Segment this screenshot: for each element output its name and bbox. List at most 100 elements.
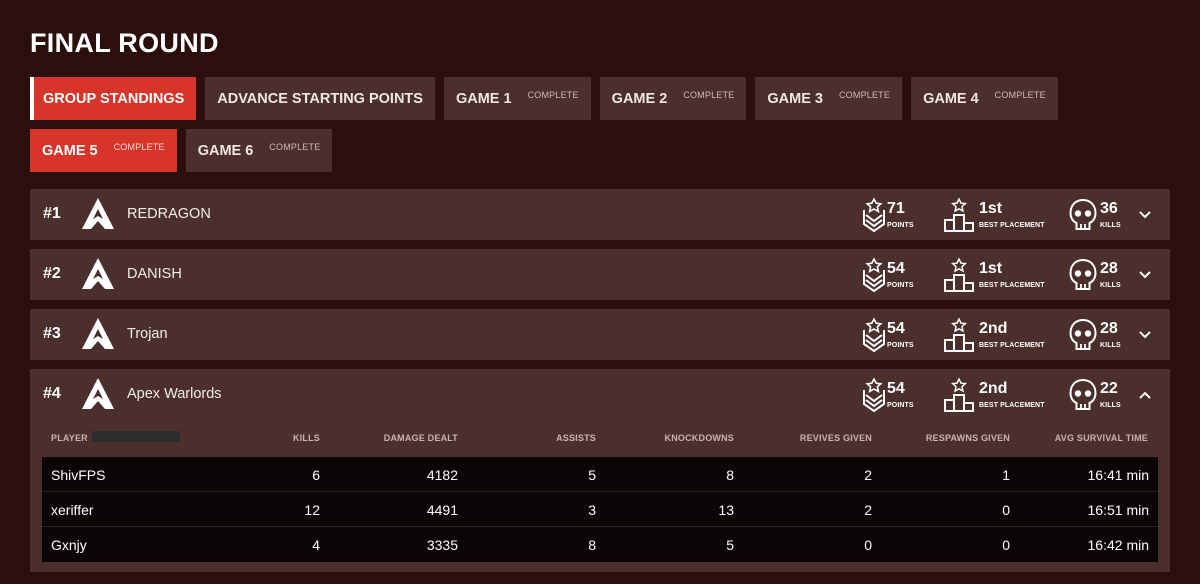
player-name: ShivFPS — [51, 467, 106, 483]
points-stat-label: POINTS — [887, 282, 914, 289]
table-cell: 4182 — [426, 467, 458, 483]
tab-advance-starting-points[interactable]: ADVANCE STARTING POINTS — [205, 77, 435, 120]
placement-stat-value: 1st — [979, 200, 1003, 217]
placement-stat-value: 1st — [979, 260, 1003, 277]
table-cell: 2 — [864, 502, 872, 518]
page-title: FINAL ROUND — [30, 28, 219, 58]
tab-game-1[interactable]: GAME 1 COMPLETE — [443, 77, 591, 120]
tab-status: COMPLETE — [683, 89, 735, 100]
tab-label: GAME 3 — [767, 90, 823, 107]
team-row[interactable]: #3 Trojan 54 POINTS 2nd BEST PLACEMENT 28 KILLS — [30, 309, 1170, 360]
column-header: ASSISTS — [556, 433, 596, 443]
points-stat-value: 54 — [887, 260, 905, 277]
table-cell: 3 — [588, 502, 596, 518]
points-stat-value: 71 — [887, 200, 905, 217]
points-stat-label: POINTS — [887, 222, 914, 229]
podium-icon — [943, 377, 975, 412]
placement-stat-value: 2nd — [979, 320, 1008, 337]
table-cell: 5 — [588, 467, 596, 483]
table-cell: 16:41 min — [1087, 467, 1149, 483]
table-cell: 3335 — [426, 537, 458, 553]
kills-stat-value: 28 — [1100, 320, 1118, 337]
team-row[interactable]: #4 Apex Warlords 54 POINTS 2nd BEST PLACEMENT… — [30, 369, 1170, 420]
table-cell: 6 — [312, 467, 320, 483]
apex-logo-icon — [81, 317, 115, 351]
table-cell: 4491 — [426, 502, 458, 518]
table-cell: 16:51 min — [1087, 502, 1149, 518]
column-header: DAMAGE DEALT — [383, 433, 458, 443]
tab-game-5[interactable]: GAME 5 COMPLETE — [30, 129, 177, 172]
tab-label: GAME 5 — [42, 142, 98, 159]
chevron-down-icon[interactable] — [1138, 328, 1152, 340]
player-table-header: PLAYER KILLS DAMAGE DEALT ASSISTS KNOCKDOWNS… — [42, 420, 1158, 457]
apex-logo-icon — [81, 377, 115, 411]
team-rank: #2 — [43, 265, 61, 282]
apex-logo-icon — [81, 197, 115, 231]
table-row: ShivFPS 6 4182 5 8 2 1 16:41 min — [42, 457, 1158, 492]
column-header: RESPAWNS GIVEN — [925, 433, 1010, 443]
kills-stat-value: 22 — [1100, 380, 1118, 397]
tab-status: COMPLETE — [994, 89, 1046, 100]
kills-stat-label: KILLS — [1100, 342, 1121, 349]
podium-icon — [943, 197, 975, 232]
kills-stat-label: KILLS — [1100, 222, 1121, 229]
tab-group-standings[interactable]: GROUP STANDINGS — [30, 77, 197, 120]
column-header: AVG SURVIVAL TIME — [1054, 433, 1148, 443]
team-rank: #1 — [43, 205, 61, 222]
tab-label: GROUP STANDINGS — [43, 90, 185, 107]
chevron-medal-icon — [861, 377, 887, 413]
placement-stat-value: 2nd — [979, 380, 1008, 397]
kills-stat-value: 36 — [1100, 200, 1118, 217]
team-row[interactable]: #1 REDRAGON 71 POINTS 1st BEST PLACEMENT 36 KIL… — [30, 189, 1170, 240]
placement-stat-label: BEST PLACEMENT — [979, 282, 1045, 289]
tab-row: GAME 5 COMPLETE GAME 6 COMPLETE — [30, 129, 1170, 172]
team-row[interactable]: #2 DANISH 54 POINTS 1st BEST PLACEMENT 28 KILLS — [30, 249, 1170, 300]
table-cell: 8 — [588, 537, 596, 553]
podium-icon — [943, 257, 975, 292]
redacted-bar — [92, 431, 180, 442]
table-cell: 0 — [1002, 537, 1010, 553]
column-header: REVIVES GIVEN — [799, 433, 872, 443]
table-cell: 5 — [726, 537, 734, 553]
player-name: Gxnjy — [51, 537, 87, 553]
table-cell: 12 — [304, 502, 320, 518]
points-stat-value: 54 — [887, 320, 905, 337]
placement-stat-label: BEST PLACEMENT — [979, 342, 1045, 349]
tab-label: GAME 6 — [197, 142, 254, 159]
chevron-medal-icon — [861, 257, 887, 293]
team-name: Trojan — [127, 326, 168, 342]
team-rank: #3 — [43, 325, 61, 342]
table-cell: 1 — [1002, 467, 1010, 483]
tab-game-3[interactable]: GAME 3 COMPLETE — [755, 77, 903, 120]
tab-bar: GROUP STANDINGS ADVANCE STARTING POINTS GA… — [30, 77, 1170, 181]
kills-stat-label: KILLS — [1100, 282, 1121, 289]
column-header: KILLS — [293, 433, 320, 443]
tab-status: COMPLETE — [113, 141, 165, 152]
tab-game-6[interactable]: GAME 6 COMPLETE — [185, 129, 333, 172]
column-header: PLAYER — [51, 433, 88, 443]
points-stat-label: POINTS — [887, 402, 914, 409]
table-row: xeriffer 12 4491 3 13 2 0 16:51 min — [42, 492, 1158, 527]
podium-icon — [943, 317, 975, 352]
placement-stat-label: BEST PLACEMENT — [979, 222, 1045, 229]
skull-icon — [1069, 318, 1097, 352]
tab-row: GROUP STANDINGS ADVANCE STARTING POINTS GA… — [30, 77, 1170, 120]
skull-icon — [1069, 378, 1097, 412]
points-stat-value: 54 — [887, 380, 905, 397]
tab-game-4[interactable]: GAME 4 COMPLETE — [911, 77, 1058, 120]
chevron-down-icon[interactable] — [1138, 208, 1152, 220]
team-name: Apex Warlords — [127, 386, 222, 402]
tab-game-2[interactable]: GAME 2 COMPLETE — [599, 77, 747, 120]
table-cell: 16:42 min — [1087, 537, 1149, 553]
tab-label: GAME 4 — [923, 90, 979, 107]
chevron-down-icon[interactable] — [1138, 268, 1152, 280]
table-cell: 8 — [726, 467, 734, 483]
table-cell: 2 — [864, 467, 872, 483]
chevron-up-icon[interactable] — [1138, 388, 1152, 400]
tab-label: ADVANCE STARTING POINTS — [217, 90, 423, 107]
team-details: PLAYER KILLS DAMAGE DEALT ASSISTS KNOCKDOWNS… — [30, 420, 1170, 572]
table-row: Gxnjy 4 3335 8 5 0 0 16:42 min — [42, 527, 1158, 562]
kills-stat-value: 28 — [1100, 260, 1118, 277]
skull-icon — [1069, 258, 1097, 292]
chevron-medal-icon — [861, 317, 887, 353]
